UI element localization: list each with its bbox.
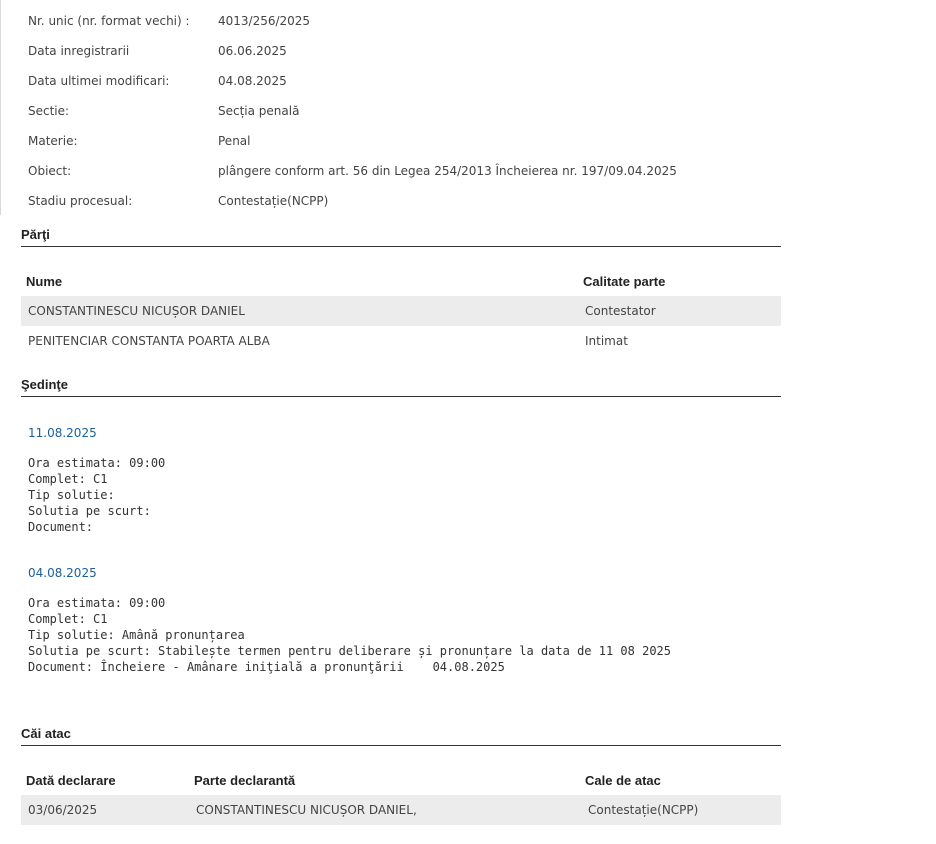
- detail-label: Materie:: [28, 134, 78, 148]
- table-row: CONSTANTINESCU NICUȘOR DANIEL Contestato…: [21, 296, 781, 326]
- detail-row-data-inregistrarii: Data inregistrarii 06.06.2025: [28, 36, 788, 66]
- section-header-parti: Părţi: [21, 227, 781, 247]
- detail-label: Stadiu procesual:: [28, 194, 133, 208]
- hearing-solutia: Solutia pe scurt: Stabilește termen pent…: [28, 644, 671, 658]
- detail-label: Data ultimei modificari:: [28, 74, 170, 88]
- hearing-ora: Ora estimata: 09:00: [28, 456, 166, 470]
- column-header-calitate: Calitate parte: [583, 273, 666, 289]
- detail-label: Obiect:: [28, 164, 72, 178]
- table-header-row: Dată declarare Parte declarantă Cale de …: [21, 765, 781, 795]
- hearing-tip-solutie: Tip solutie:: [28, 488, 115, 502]
- hearing-ora: Ora estimata: 09:00: [28, 596, 166, 610]
- hearing-document[interactable]: Document: Încheiere - Amânare iniţială a…: [28, 659, 768, 675]
- detail-value: plângere conform art. 56 din Legea 254/2…: [218, 164, 677, 178]
- detail-value: Penal: [218, 134, 251, 148]
- hearing-document: Document:: [28, 520, 94, 534]
- column-header-nume: Nume: [26, 273, 63, 289]
- detail-row-sectie: Sectie: Secția penală: [28, 96, 788, 126]
- detail-row-obiect: Obiect: plângere conform art. 56 din Leg…: [28, 156, 788, 186]
- detail-row-materie: Materie: Penal: [28, 126, 788, 156]
- column-header-data-declarare: Dată declarare: [26, 772, 116, 788]
- detail-value: 4013/256/2025: [218, 14, 311, 28]
- left-border-rule: [0, 0, 1, 215]
- detail-label: Sectie:: [28, 104, 70, 118]
- detail-value: Secția penală: [218, 104, 300, 118]
- detail-value: 06.06.2025: [218, 44, 287, 58]
- case-details: Nr. unic (nr. format vechi) : 4013/256/2…: [28, 6, 788, 216]
- table-row: 03/06/2025 CONSTANTINESCU NICUȘOR DANIEL…: [21, 795, 781, 825]
- column-header-cale-de-atac: Cale de atac: [585, 772, 661, 788]
- hearing-date-link[interactable]: 04.08.2025: [28, 565, 768, 581]
- table-row: PENITENCIAR CONSTANTA POARTA ALBA Intima…: [21, 326, 781, 356]
- party-name: CONSTANTINESCU NICUȘOR DANIEL: [28, 304, 245, 318]
- appeal-date: 03/06/2025: [28, 803, 98, 817]
- detail-row-stadiu-procesual: Stadiu procesual: Contestație(NCPP): [28, 186, 788, 216]
- detail-label: Data inregistrarii: [28, 44, 130, 58]
- hearing-entry: 11.08.2025 Ora estimata: 09:00 Complet: …: [28, 425, 768, 535]
- cai-atac-table: Dată declarare Parte declarantă Cale de …: [21, 765, 781, 825]
- detail-row-nr-unic: Nr. unic (nr. format vechi) : 4013/256/2…: [28, 6, 788, 36]
- hearing-complet: Complet: C1: [28, 612, 108, 626]
- hearing-date-link[interactable]: 11.08.2025: [28, 425, 768, 441]
- column-header-parte-declaranta: Parte declarantă: [194, 772, 296, 788]
- section-header-sedinte: Şedinţe: [21, 377, 781, 397]
- detail-value: 04.08.2025: [218, 74, 287, 88]
- parti-table: Nume Calitate parte CONSTANTINESCU NICUȘ…: [21, 266, 781, 356]
- detail-value: Contestație(NCPP): [218, 194, 329, 208]
- detail-row-data-ultimei-modificari: Data ultimei modificari: 04.08.2025: [28, 66, 788, 96]
- table-header-row: Nume Calitate parte: [21, 266, 781, 296]
- hearing-solutia: Solutia pe scurt:: [28, 504, 151, 518]
- appeal-type: Contestație(NCPP): [588, 803, 699, 817]
- detail-label: Nr. unic (nr. format vechi) :: [28, 14, 190, 28]
- section-header-cai-atac: Căi atac: [21, 726, 781, 746]
- party-role: Intimat: [585, 334, 628, 348]
- party-role: Contestator: [585, 304, 656, 318]
- hearing-entry: 04.08.2025 Ora estimata: 09:00 Complet: …: [28, 565, 768, 675]
- hearing-tip-solutie: Tip solutie: Amână pronunțarea: [28, 628, 245, 642]
- party-name: PENITENCIAR CONSTANTA POARTA ALBA: [28, 334, 270, 348]
- appeal-party: CONSTANTINESCU NICUȘOR DANIEL,: [196, 803, 417, 817]
- hearing-complet: Complet: C1: [28, 472, 108, 486]
